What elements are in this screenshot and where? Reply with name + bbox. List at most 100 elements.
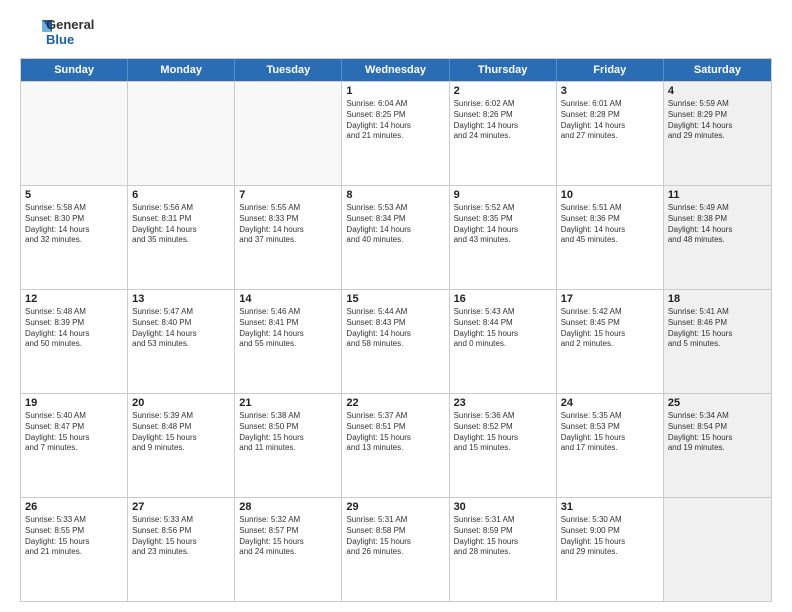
calendar-cell-empty <box>128 82 235 185</box>
day-number: 13 <box>132 293 230 305</box>
day-info-text: Sunrise: 5:51 AM Sunset: 8:36 PM Dayligh… <box>561 203 659 246</box>
calendar-cell-day-24: 24 Sunrise: 5:35 AM Sunset: 8:53 PM Dayli… <box>557 394 664 497</box>
calendar-cell-day-29: 29 Sunrise: 5:31 AM Sunset: 8:58 PM Dayli… <box>342 498 449 601</box>
calendar-cell-day-6: 6 Sunrise: 5:56 AM Sunset: 8:31 PM Daylig… <box>128 186 235 289</box>
day-info-text: Sunrise: 5:39 AM Sunset: 8:48 PM Dayligh… <box>132 411 230 454</box>
day-number: 11 <box>668 189 767 201</box>
calendar-row-3: 19 Sunrise: 5:40 AM Sunset: 8:47 PM Dayli… <box>21 393 771 497</box>
day-info-text: Sunrise: 5:33 AM Sunset: 8:55 PM Dayligh… <box>25 515 123 558</box>
day-number: 30 <box>454 501 552 513</box>
day-info-text: Sunrise: 5:55 AM Sunset: 8:33 PM Dayligh… <box>239 203 337 246</box>
header-day-friday: Friday <box>557 59 664 81</box>
day-info-text: Sunrise: 5:58 AM Sunset: 8:30 PM Dayligh… <box>25 203 123 246</box>
day-info-text: Sunrise: 5:59 AM Sunset: 8:29 PM Dayligh… <box>668 99 767 142</box>
day-number: 17 <box>561 293 659 305</box>
calendar-cell-day-20: 20 Sunrise: 5:39 AM Sunset: 8:48 PM Dayli… <box>128 394 235 497</box>
day-info-text: Sunrise: 5:30 AM Sunset: 9:00 PM Dayligh… <box>561 515 659 558</box>
day-info-text: Sunrise: 5:34 AM Sunset: 8:54 PM Dayligh… <box>668 411 767 454</box>
day-number: 25 <box>668 397 767 409</box>
day-info-text: Sunrise: 5:31 AM Sunset: 8:58 PM Dayligh… <box>346 515 444 558</box>
day-info-text: Sunrise: 5:31 AM Sunset: 8:59 PM Dayligh… <box>454 515 552 558</box>
day-number: 23 <box>454 397 552 409</box>
calendar-page: General Blue SundayMondayTuesdayWednesda… <box>0 0 792 612</box>
day-number: 22 <box>346 397 444 409</box>
calendar-cell-day-27: 27 Sunrise: 5:33 AM Sunset: 8:56 PM Dayli… <box>128 498 235 601</box>
day-info-text: Sunrise: 5:33 AM Sunset: 8:56 PM Dayligh… <box>132 515 230 558</box>
day-info-text: Sunrise: 5:49 AM Sunset: 8:38 PM Dayligh… <box>668 203 767 246</box>
day-info-text: Sunrise: 5:35 AM Sunset: 8:53 PM Dayligh… <box>561 411 659 454</box>
calendar-cell-day-22: 22 Sunrise: 5:37 AM Sunset: 8:51 PM Dayli… <box>342 394 449 497</box>
day-number: 24 <box>561 397 659 409</box>
calendar-cell-day-11: 11 Sunrise: 5:49 AM Sunset: 8:38 PM Dayli… <box>664 186 771 289</box>
day-info-text: Sunrise: 5:47 AM Sunset: 8:40 PM Dayligh… <box>132 307 230 350</box>
day-number: 7 <box>239 189 337 201</box>
day-number: 26 <box>25 501 123 513</box>
header-day-monday: Monday <box>128 59 235 81</box>
day-info-text: Sunrise: 5:42 AM Sunset: 8:45 PM Dayligh… <box>561 307 659 350</box>
calendar-header-row: SundayMondayTuesdayWednesdayThursdayFrid… <box>21 59 771 81</box>
calendar-cell-day-30: 30 Sunrise: 5:31 AM Sunset: 8:59 PM Dayli… <box>450 498 557 601</box>
header-day-sunday: Sunday <box>21 59 128 81</box>
day-info-text: Sunrise: 5:44 AM Sunset: 8:43 PM Dayligh… <box>346 307 444 350</box>
calendar-cell-day-5: 5 Sunrise: 5:58 AM Sunset: 8:30 PM Daylig… <box>21 186 128 289</box>
day-info-text: Sunrise: 6:01 AM Sunset: 8:28 PM Dayligh… <box>561 99 659 142</box>
calendar-body: 1Sunrise: 6:04 AM Sunset: 8:25 PM Daylig… <box>21 81 771 601</box>
day-number: 29 <box>346 501 444 513</box>
day-number: 4 <box>668 85 767 97</box>
calendar-cell-day-16: 16Sunrise: 5:43 AM Sunset: 8:44 PM Dayli… <box>450 290 557 393</box>
header: General Blue <box>20 16 772 48</box>
calendar-cell-day-23: 23Sunrise: 5:36 AM Sunset: 8:52 PM Dayli… <box>450 394 557 497</box>
calendar-cell-day-21: 21 Sunrise: 5:38 AM Sunset: 8:50 PM Dayli… <box>235 394 342 497</box>
day-info-text: Sunrise: 5:40 AM Sunset: 8:47 PM Dayligh… <box>25 411 123 454</box>
calendar-cell-day-14: 14Sunrise: 5:46 AM Sunset: 8:41 PM Dayli… <box>235 290 342 393</box>
day-number: 15 <box>346 293 444 305</box>
day-number: 14 <box>239 293 337 305</box>
calendar-cell-day-9: 9 Sunrise: 5:52 AM Sunset: 8:35 PM Daylig… <box>450 186 557 289</box>
calendar-cell-day-3: 3 Sunrise: 6:01 AM Sunset: 8:28 PM Daylig… <box>557 82 664 185</box>
logo-blue-text: Blue <box>46 32 94 47</box>
calendar-cell-day-31: 31 Sunrise: 5:30 AM Sunset: 9:00 PM Dayli… <box>557 498 664 601</box>
calendar-cell-day-19: 19 Sunrise: 5:40 AM Sunset: 8:47 PM Dayli… <box>21 394 128 497</box>
day-number: 6 <box>132 189 230 201</box>
logo-general-text: General <box>46 17 94 32</box>
day-info-text: Sunrise: 5:41 AM Sunset: 8:46 PM Dayligh… <box>668 307 767 350</box>
day-number: 1 <box>346 85 444 97</box>
day-number: 2 <box>454 85 552 97</box>
calendar-cell-day-15: 15 Sunrise: 5:44 AM Sunset: 8:43 PM Dayli… <box>342 290 449 393</box>
calendar-cell-day-10: 10Sunrise: 5:51 AM Sunset: 8:36 PM Dayli… <box>557 186 664 289</box>
calendar-cell-day-18: 18 Sunrise: 5:41 AM Sunset: 8:46 PM Dayli… <box>664 290 771 393</box>
calendar-cell-day-2: 2 Sunrise: 6:02 AM Sunset: 8:26 PM Daylig… <box>450 82 557 185</box>
day-number: 21 <box>239 397 337 409</box>
calendar-cell-day-4: 4 Sunrise: 5:59 AM Sunset: 8:29 PM Daylig… <box>664 82 771 185</box>
day-number: 3 <box>561 85 659 97</box>
calendar-row-1: 5 Sunrise: 5:58 AM Sunset: 8:30 PM Daylig… <box>21 185 771 289</box>
day-info-text: Sunrise: 5:32 AM Sunset: 8:57 PM Dayligh… <box>239 515 337 558</box>
calendar-cell-day-12: 12Sunrise: 5:48 AM Sunset: 8:39 PM Dayli… <box>21 290 128 393</box>
calendar-grid: SundayMondayTuesdayWednesdayThursdayFrid… <box>20 58 772 602</box>
calendar-cell-day-28: 28Sunrise: 5:32 AM Sunset: 8:57 PM Dayli… <box>235 498 342 601</box>
day-number: 5 <box>25 189 123 201</box>
header-day-saturday: Saturday <box>664 59 771 81</box>
day-number: 9 <box>454 189 552 201</box>
day-info-text: Sunrise: 5:38 AM Sunset: 8:50 PM Dayligh… <box>239 411 337 454</box>
calendar-cell-day-1: 1Sunrise: 6:04 AM Sunset: 8:25 PM Daylig… <box>342 82 449 185</box>
day-number: 8 <box>346 189 444 201</box>
calendar-cell-day-8: 8 Sunrise: 5:53 AM Sunset: 8:34 PM Daylig… <box>342 186 449 289</box>
header-day-wednesday: Wednesday <box>342 59 449 81</box>
calendar-cell-empty <box>21 82 128 185</box>
day-info-text: Sunrise: 5:52 AM Sunset: 8:35 PM Dayligh… <box>454 203 552 246</box>
day-info-text: Sunrise: 6:02 AM Sunset: 8:26 PM Dayligh… <box>454 99 552 142</box>
day-number: 20 <box>132 397 230 409</box>
calendar-cell-empty <box>664 498 771 601</box>
day-info-text: Sunrise: 5:37 AM Sunset: 8:51 PM Dayligh… <box>346 411 444 454</box>
calendar-cell-day-7: 7 Sunrise: 5:55 AM Sunset: 8:33 PM Daylig… <box>235 186 342 289</box>
day-info-text: Sunrise: 5:53 AM Sunset: 8:34 PM Dayligh… <box>346 203 444 246</box>
day-number: 19 <box>25 397 123 409</box>
calendar-cell-empty <box>235 82 342 185</box>
day-number: 31 <box>561 501 659 513</box>
day-info-text: Sunrise: 5:56 AM Sunset: 8:31 PM Dayligh… <box>132 203 230 246</box>
day-number: 18 <box>668 293 767 305</box>
day-number: 16 <box>454 293 552 305</box>
header-day-tuesday: Tuesday <box>235 59 342 81</box>
day-number: 27 <box>132 501 230 513</box>
